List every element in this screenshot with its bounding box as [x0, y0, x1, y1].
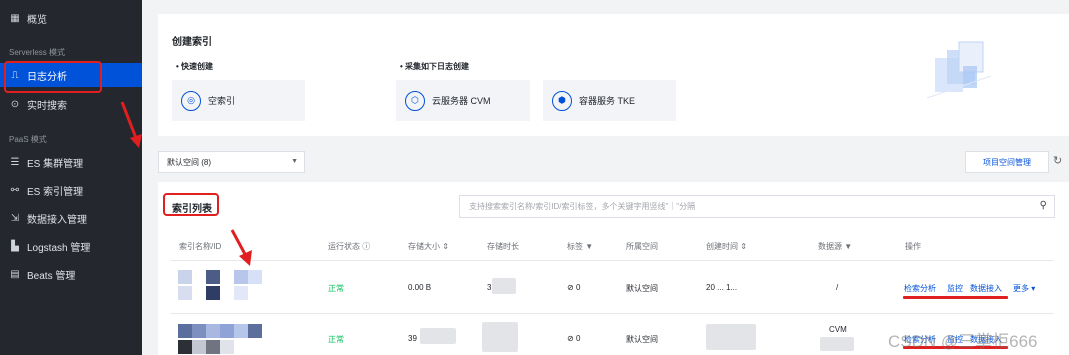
space-select-value: 默认空间 (8) — [167, 157, 211, 167]
source-text: CVM — [829, 325, 847, 334]
space-text: 默认空间 — [626, 284, 658, 293]
created-text: 20 ... 1... — [706, 283, 738, 292]
collect-create-text: 采集如下日志创建 — [405, 62, 470, 71]
table-header-divider — [170, 260, 1054, 261]
row-divider — [170, 313, 1054, 314]
sidebar-item-es-index[interactable]: ⚯ ES 索引管理 — [0, 178, 142, 202]
sidebar-item-label: Logstash 管理 — [27, 242, 91, 254]
refresh-icon[interactable]: ↻ — [1053, 154, 1062, 167]
index-name-mosaic — [178, 270, 262, 300]
sidebar-item-logstash[interactable]: ▙ Logstash 管理 — [0, 234, 142, 258]
source-text: / — [836, 283, 839, 292]
status-text: 正常 — [328, 284, 344, 293]
sidebar: ▦ 概览 Serverless 模式 ⎍ 日志分析 ⊙ 实时搜索 PaaS 模式… — [0, 0, 142, 355]
annotation-box-index-list — [163, 193, 219, 216]
tag-icon: ⊘ — [567, 334, 574, 343]
sidebar-item-label: 实时搜索 — [27, 100, 67, 112]
col-header-name[interactable]: 索引名称/ID — [179, 241, 221, 252]
logstash-icon: ▙ — [11, 240, 19, 252]
grid-icon: ▦ — [10, 12, 20, 24]
status-text: 正常 — [328, 335, 344, 344]
col-header-actions: 操作 — [905, 242, 921, 251]
tag-count[interactable]: ⊘ 0 — [567, 334, 580, 343]
index-search-input[interactable]: 支持搜索索引名称/索引ID/索引标签，多个关键字用竖线"｜"分隔 ⚲ — [459, 195, 1055, 218]
tke-tile[interactable]: ⬢ 容器服务 TKE — [543, 80, 676, 121]
sidebar-item-beats[interactable]: ▤ Beats 管理 — [0, 262, 142, 286]
redacted-block — [420, 328, 456, 344]
sidebar-item-label: ES 索引管理 — [27, 186, 84, 198]
tke-icon: ⬢ — [552, 90, 572, 111]
cvm-tile[interactable]: ⬡ 云服务器 CVM — [396, 80, 530, 121]
chevron-down-icon: ▼ — [291, 158, 298, 165]
empty-index-tile[interactable]: ◎ 空索引 — [172, 80, 305, 121]
index-name-mosaic — [178, 324, 262, 354]
cvm-icon: ⬡ — [405, 90, 425, 111]
more-dropdown[interactable]: 更多 ▾ — [1013, 283, 1035, 294]
redacted-block — [706, 324, 756, 350]
index-illustration — [926, 41, 992, 99]
index-icon: ⚯ — [10, 184, 20, 196]
monitor-link[interactable]: 监控 — [947, 283, 963, 294]
section-label-paas: PaaS 模式 — [9, 135, 47, 144]
beats-icon: ▤ — [10, 268, 20, 280]
col-header-created[interactable]: 创建时间 ⇕ — [706, 241, 747, 252]
sidebar-item-data-ingest[interactable]: ⇲ 数据接入管理 — [0, 206, 142, 230]
project-space-button[interactable]: 项目空间管理 — [965, 151, 1049, 173]
col-header-status[interactable]: 运行状态 ⓘ — [328, 241, 370, 252]
sidebar-item-overview[interactable]: ▦ 概览 — [0, 6, 142, 30]
tag-icon: ⊘ — [567, 283, 574, 292]
sidebar-item-label: 数据接入管理 — [27, 214, 87, 226]
sidebar-item-label: ES 集群管理 — [27, 158, 84, 170]
search-analysis-link[interactable]: 检索分析 — [904, 283, 936, 294]
tag-count[interactable]: ⊘ 0 — [567, 283, 580, 292]
tag-count-text: 0 — [575, 283, 581, 292]
import-icon: ⇲ — [10, 212, 20, 224]
empty-index-icon: ◎ — [181, 90, 201, 111]
redacted-block — [820, 337, 854, 351]
redacted-block — [492, 278, 516, 294]
quick-create-text: 快速创建 — [181, 62, 214, 71]
col-header-tags[interactable]: 标签 ▼ — [567, 241, 593, 252]
quick-create-label: • 快速创建 — [176, 62, 214, 71]
sidebar-item-label: Beats 管理 — [27, 270, 76, 282]
annotation-underline — [903, 296, 1008, 299]
space-select[interactable]: 默认空间 (8) ▼ — [158, 151, 305, 173]
annotation-box-log-analysis — [4, 61, 102, 93]
space-text: 默认空间 — [626, 335, 658, 344]
annotation-arrow — [230, 229, 252, 266]
list-icon: ☰ — [10, 156, 20, 168]
empty-index-label: 空索引 — [208, 96, 236, 106]
size-text: 0.00 B — [408, 283, 432, 292]
create-index-title: 创建索引 — [172, 37, 212, 48]
duration-text: 3 — [487, 283, 492, 292]
collect-create-label: • 采集如下日志创建 — [400, 62, 470, 71]
search-icon[interactable]: ⚲ — [1040, 200, 1047, 211]
watermark: CSDN @三掌柜666 — [888, 332, 1038, 351]
redacted-block — [482, 322, 518, 352]
data-ingest-link[interactable]: 数据接入 — [970, 283, 1002, 294]
tag-count-text: 0 — [575, 334, 581, 343]
sidebar-item-label: 概览 — [27, 14, 47, 26]
search-placeholder: 支持搜索索引名称/索引ID/索引标签，多个关键字用竖线"｜"分隔 — [469, 202, 696, 211]
col-header-size[interactable]: 存储大小 ⇕ — [408, 241, 449, 252]
sidebar-item-es-cluster[interactable]: ☰ ES 集群管理 — [0, 150, 142, 174]
size-text: 39 — [408, 334, 417, 343]
annotation-arrow — [120, 101, 142, 148]
section-label-serverless: Serverless 模式 — [9, 48, 66, 57]
col-header-duration: 存储时长 — [487, 242, 519, 251]
col-header-source[interactable]: 数据源 ▼ — [818, 241, 852, 252]
search-icon: ⊙ — [10, 98, 20, 110]
col-header-space: 所属空间 — [626, 242, 658, 251]
tke-label: 容器服务 TKE — [579, 96, 636, 106]
cvm-label: 云服务器 CVM — [432, 96, 491, 106]
